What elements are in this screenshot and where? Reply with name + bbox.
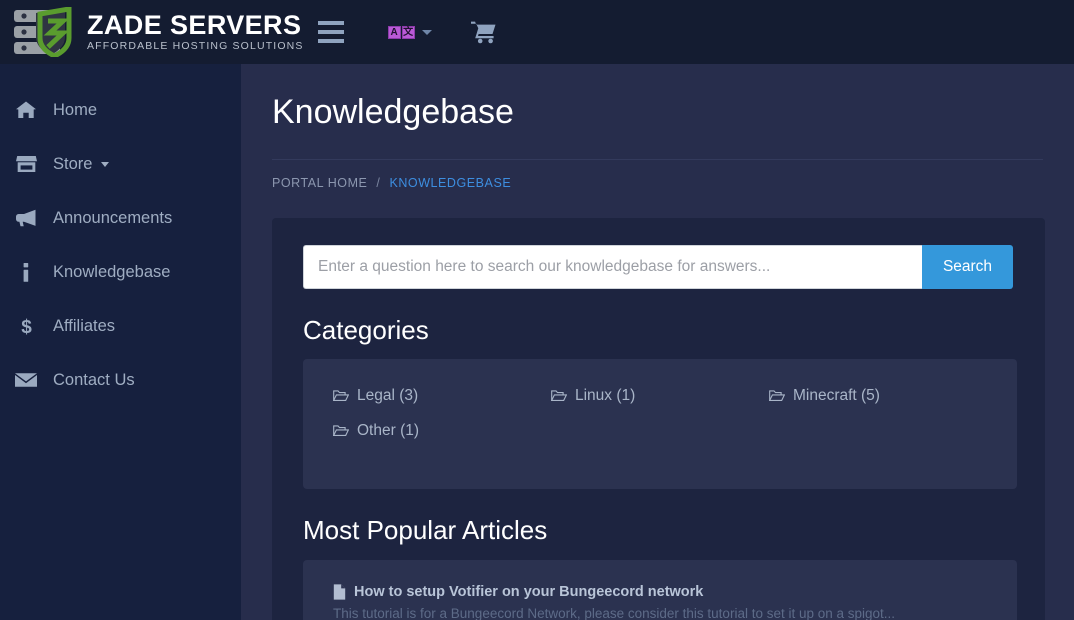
article-title-row: How to setup Votifier on your Bungeecord… xyxy=(333,584,987,600)
article-list-item[interactable]: How to setup Votifier on your Bungeecord… xyxy=(333,584,987,620)
brand-title: ZADE SERVERS xyxy=(87,10,302,41)
breadcrumb-separator: / xyxy=(376,175,381,190)
dollar-icon: $ xyxy=(8,316,44,337)
hamburger-bar xyxy=(317,21,344,25)
sidebar-item-label: Store xyxy=(53,154,93,173)
brand-text: ZADE SERVERS AFFORDABLE HOSTING SOLUTION… xyxy=(87,12,304,52)
popular-articles-box: How to setup Votifier on your Bungeecord… xyxy=(303,559,1017,620)
breadcrumb-knowledgebase[interactable]: KNOWLEDGEBASE xyxy=(389,176,511,190)
category-label: Linux (1) xyxy=(574,386,636,404)
sidebar-navigation: Home Store Announcements Knowledgebase $… xyxy=(0,64,241,620)
category-item[interactable]: Legal (3) xyxy=(333,387,551,405)
hamburger-bar xyxy=(317,30,344,34)
knowledgebase-panel: Search Categories Legal (3) xyxy=(272,217,1045,620)
folder-open-icon xyxy=(768,389,785,402)
brand-logo[interactable]: ZADE SERVERS AFFORDABLE HOSTING SOLUTION… xyxy=(12,6,304,59)
breadcrumb: PORTAL HOME / KNOWLEDGEBASE xyxy=(272,160,1043,190)
main-content: Knowledgebase PORTAL HOME / KNOWLEDGEBAS… xyxy=(241,64,1074,620)
categories-grid: Legal (3) Linux (1) Minecraft (5) Other … xyxy=(333,387,987,457)
translate-icon-left: A xyxy=(387,25,401,39)
sidebar-item-store[interactable]: Store xyxy=(0,137,241,191)
page-title: Knowledgebase xyxy=(272,93,514,131)
category-label: Legal (3) xyxy=(357,386,419,404)
sidebar-item-label: Announcements xyxy=(53,208,173,227)
sidebar-item-home[interactable]: Home xyxy=(0,83,241,137)
sidebar-item-label: Knowledgebase xyxy=(53,262,171,281)
info-icon xyxy=(8,262,44,282)
categories-box: Legal (3) Linux (1) Minecraft (5) Other … xyxy=(303,358,1017,489)
envelope-icon xyxy=(8,372,44,388)
folder-open-icon xyxy=(550,389,567,402)
popular-articles-heading: Most Popular Articles xyxy=(303,514,548,545)
category-item[interactable]: Minecraft (5) xyxy=(768,386,987,405)
search-input[interactable] xyxy=(303,244,922,289)
category-item[interactable]: Other (1) xyxy=(333,422,551,440)
folder-open-icon xyxy=(333,424,349,437)
categories-heading: Categories xyxy=(303,314,429,345)
chevron-down-icon xyxy=(421,29,432,35)
breadcrumb-portal-home[interactable]: PORTAL HOME xyxy=(272,176,367,190)
sidebar-item-affiliates[interactable]: $ Affiliates xyxy=(0,299,241,353)
top-header-bar: ZADE SERVERS AFFORDABLE HOSTING SOLUTION… xyxy=(0,0,1074,64)
knowledgebase-search-form: Search xyxy=(303,244,1013,289)
svg-text:$: $ xyxy=(21,317,32,337)
sidebar-item-contact-us[interactable]: Contact Us xyxy=(0,353,241,407)
article-description: This tutorial is for a Bungeecord Networ… xyxy=(333,605,896,620)
bullhorn-icon xyxy=(8,209,44,227)
hamburger-bar xyxy=(317,39,344,43)
brand-tagline: AFFORDABLE HOSTING SOLUTIONS xyxy=(87,40,304,53)
server-shield-logo-icon xyxy=(12,6,86,59)
translate-icon-right: 文 xyxy=(401,25,415,39)
file-icon xyxy=(333,584,346,600)
category-item[interactable]: Linux (1) xyxy=(550,386,769,405)
sidebar-item-label: Contact Us xyxy=(53,370,135,389)
sidebar-item-announcements[interactable]: Announcements xyxy=(0,191,241,245)
home-icon xyxy=(8,101,44,119)
page-header: Knowledgebase PORTAL HOME / KNOWLEDGEBAS… xyxy=(241,64,1074,190)
sidebar-item-knowledgebase[interactable]: Knowledgebase xyxy=(0,245,241,299)
sidebar-item-label: Affiliates xyxy=(53,316,116,335)
shopping-cart-icon[interactable] xyxy=(470,20,497,44)
language-switcher[interactable]: A 文 xyxy=(387,25,432,39)
store-icon xyxy=(8,155,44,173)
chevron-down-icon xyxy=(101,161,110,167)
folder-open-icon xyxy=(333,389,349,402)
category-label: Other (1) xyxy=(357,421,420,439)
sidebar-item-label: Home xyxy=(53,100,98,119)
search-button[interactable]: Search xyxy=(922,244,1013,289)
article-title: How to setup Votifier on your Bungeecord… xyxy=(354,583,704,600)
category-label: Minecraft (5) xyxy=(792,386,880,404)
hamburger-icon[interactable] xyxy=(317,21,344,43)
